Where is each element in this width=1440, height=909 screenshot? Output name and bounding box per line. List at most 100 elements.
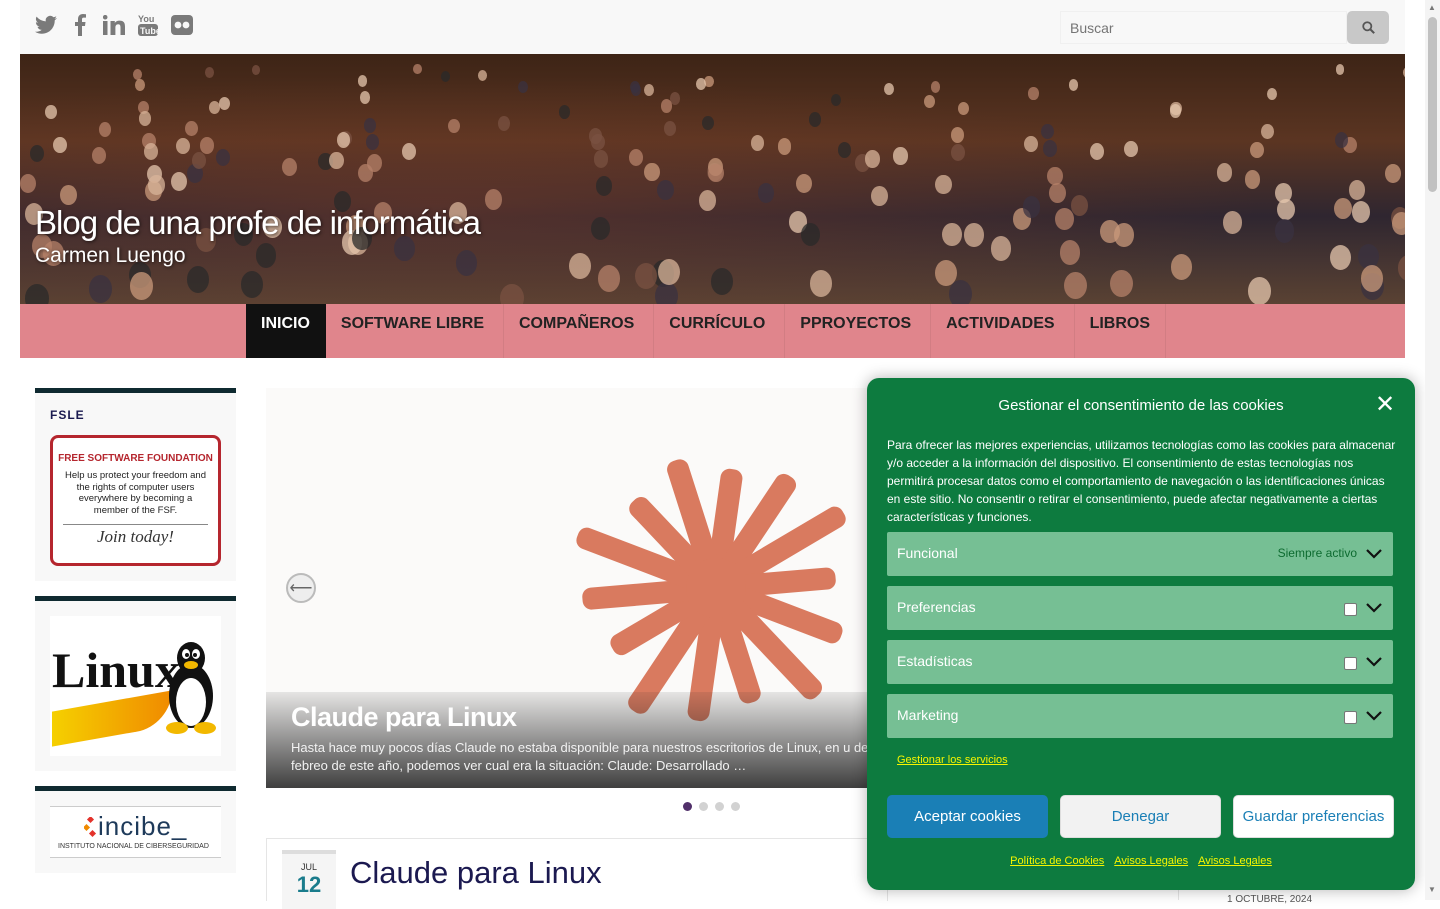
legal-notice-link[interactable]: Avisos Legales bbox=[1198, 855, 1272, 867]
crowd-figure bbox=[870, 185, 888, 206]
fsf-banner-text: Help us protect your freedom and the rig… bbox=[65, 470, 206, 516]
search-button[interactable] bbox=[1347, 11, 1389, 44]
crowd-figure bbox=[91, 147, 106, 165]
crowd-figure bbox=[200, 137, 214, 154]
estadisticas-checkbox[interactable] bbox=[1344, 657, 1357, 670]
cookie-policy-link[interactable]: Política de Cookies bbox=[1010, 855, 1104, 867]
crowd-figure bbox=[660, 99, 672, 113]
crowd-figure bbox=[865, 150, 880, 168]
crowd-figure bbox=[98, 121, 112, 137]
scroll-down-icon[interactable]: ▼ bbox=[1428, 885, 1436, 894]
save-preferences-button[interactable]: Guardar preferencias bbox=[1233, 795, 1394, 838]
cookie-category-estadisticas[interactable]: Estadísticas bbox=[887, 640, 1393, 684]
nav-label: Compañeros bbox=[519, 315, 635, 332]
widget-fsle: FSLE FREE SOFTWARE FOUNDATION Help us pr… bbox=[35, 388, 236, 581]
crowd-figure bbox=[595, 175, 613, 196]
crowd-figure bbox=[796, 173, 813, 193]
nav-label: Pproyectos bbox=[800, 315, 912, 332]
crowd-figure bbox=[597, 265, 621, 293]
linux-wordmark: Linux bbox=[52, 642, 180, 698]
crowd-figure bbox=[133, 68, 143, 80]
nav-item-actividades[interactable]: Actividades bbox=[931, 304, 1075, 358]
slide-title[interactable]: Claude para Linux bbox=[291, 702, 517, 733]
slider-dot[interactable] bbox=[683, 802, 692, 811]
chevron-down-icon[interactable] bbox=[1364, 598, 1384, 618]
nav-item-companeros[interactable]: Compañeros bbox=[504, 304, 655, 358]
nav-item-curriculo[interactable]: Currículo bbox=[654, 304, 786, 358]
flickr-icon[interactable] bbox=[171, 12, 193, 38]
crowd-figure bbox=[654, 281, 679, 304]
crowd-figure bbox=[757, 182, 775, 203]
marketing-checkbox[interactable] bbox=[1344, 711, 1357, 724]
category-label: Funcional bbox=[897, 545, 958, 561]
search-icon bbox=[1361, 21, 1375, 34]
crowd-figure bbox=[830, 93, 842, 107]
widget-incibe: incibe_ INSTITUTO NACIONAL DE CIBERSEGUR… bbox=[35, 786, 236, 873]
fsf-join-banner[interactable]: FREE SOFTWARE FOUNDATION Help us protect… bbox=[50, 435, 221, 566]
nav-item-pproyectos[interactable]: Pproyectos bbox=[785, 304, 932, 358]
nav-label: Actividades bbox=[946, 315, 1055, 332]
linux-logo[interactable]: Linux bbox=[50, 616, 221, 756]
scroll-up-icon[interactable]: ▲ bbox=[1428, 3, 1436, 12]
nav-item-software-libre[interactable]: Software Libre bbox=[326, 304, 504, 358]
nav-item-inicio[interactable]: Inicio bbox=[246, 304, 326, 358]
page-scrollbar[interactable]: ▲ ▼ bbox=[1425, 0, 1440, 900]
crowd-figure bbox=[1335, 64, 1345, 75]
chevron-down-icon[interactable] bbox=[1364, 652, 1384, 672]
youtube-icon[interactable]: You Tube bbox=[137, 12, 159, 38]
chevron-down-icon[interactable] bbox=[1364, 706, 1384, 726]
fsf-join-cta: Join today! bbox=[63, 524, 208, 547]
crowd-figure bbox=[130, 272, 154, 300]
crowd-figure bbox=[924, 94, 935, 108]
cookie-category-marketing[interactable]: Marketing bbox=[887, 694, 1393, 738]
crowd-figure bbox=[1043, 140, 1058, 157]
deny-cookies-button[interactable]: Denegar bbox=[1060, 795, 1221, 838]
left-sidebar: FSLE FREE SOFTWARE FOUNDATION Help us pr… bbox=[35, 388, 236, 888]
chevron-down-icon[interactable] bbox=[1364, 544, 1384, 564]
crowd-figure bbox=[950, 144, 965, 162]
slider-dot[interactable] bbox=[699, 802, 708, 811]
post-month: JUL bbox=[300, 862, 317, 872]
preferencias-checkbox[interactable] bbox=[1344, 603, 1357, 616]
crowd-figure bbox=[1261, 123, 1275, 139]
slider-dot[interactable] bbox=[731, 802, 740, 811]
cookie-category-funcional[interactable]: Funcional Siempre activo bbox=[887, 532, 1393, 576]
crowd-figure bbox=[629, 80, 640, 93]
scrollbar-thumb[interactable] bbox=[1428, 17, 1437, 192]
slider-prev-button[interactable]: ⟵ bbox=[286, 573, 316, 603]
crowd-figure bbox=[1244, 169, 1261, 189]
crowd-figure bbox=[477, 70, 487, 82]
cookie-category-preferencias[interactable]: Preferencias bbox=[887, 586, 1393, 630]
crowd-figure bbox=[29, 144, 44, 162]
crowd-figure bbox=[134, 79, 145, 92]
crowd-figure bbox=[363, 118, 376, 133]
nav-item-libros[interactable]: Libros bbox=[1075, 304, 1167, 358]
crowd-figure bbox=[1266, 87, 1278, 100]
accept-cookies-button[interactable]: Aceptar cookies bbox=[887, 795, 1048, 838]
incibe-logo[interactable]: incibe_ INSTITUTO NACIONAL DE CIBERSEGUR… bbox=[50, 806, 221, 858]
crowd-figure bbox=[657, 180, 674, 201]
crowd-figure bbox=[1391, 212, 1405, 235]
crowd-figure bbox=[1100, 219, 1120, 244]
slider-dot[interactable] bbox=[715, 802, 724, 811]
crowd-figure bbox=[240, 271, 264, 299]
manage-services-link[interactable]: Gestionar los servicios bbox=[897, 754, 1008, 766]
site-title[interactable]: Blog de una profe de informática bbox=[35, 204, 481, 242]
crowd-figure bbox=[484, 189, 502, 210]
close-icon[interactable]: ✕ bbox=[1374, 392, 1396, 416]
crowd-figure bbox=[1068, 79, 1079, 91]
facebook-icon[interactable] bbox=[69, 12, 91, 38]
crowd-figure bbox=[139, 111, 152, 126]
search-input[interactable] bbox=[1060, 11, 1347, 44]
crowd-figure bbox=[1385, 164, 1401, 183]
crowd-figure bbox=[413, 64, 422, 75]
nav-label: Currículo bbox=[669, 315, 766, 332]
arrow-left-icon: ⟵ bbox=[289, 580, 313, 597]
post-title[interactable]: Claude para Linux bbox=[350, 855, 602, 891]
fsf-org-name: FREE SOFTWARE FOUNDATION bbox=[58, 453, 213, 464]
legal-notice-link[interactable]: Avisos Legales bbox=[1114, 855, 1188, 867]
crowd-figure bbox=[1023, 135, 1038, 153]
crowd-figure bbox=[1110, 269, 1134, 298]
twitter-icon[interactable] bbox=[35, 12, 57, 38]
linkedin-icon[interactable] bbox=[103, 12, 125, 38]
